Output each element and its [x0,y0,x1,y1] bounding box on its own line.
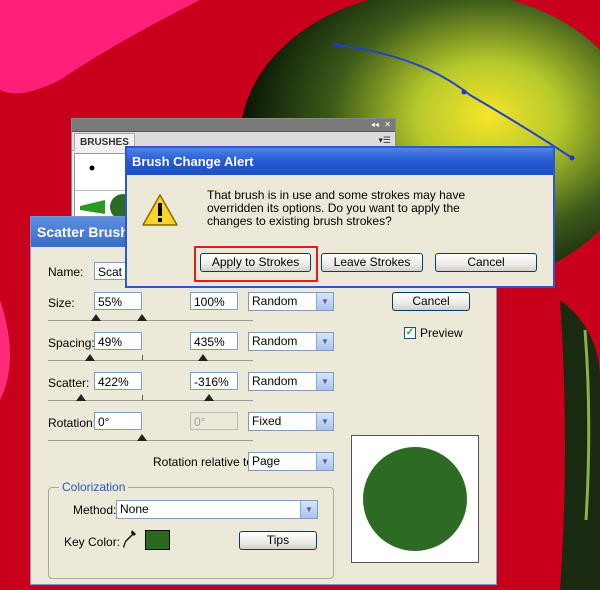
rotation-max-field: 0° [190,412,238,430]
rotation-slider-track[interactable] [48,440,253,441]
chevron-down-icon: ▼ [300,501,317,518]
brushes-panel-titlebar[interactable]: ◂◂ ✕ [72,119,395,132]
spacing-slider-max-thumb[interactable] [198,354,208,361]
scatter-slider-min-thumb[interactable] [76,394,86,401]
chevron-down-icon: ▼ [316,453,333,470]
rotation-variation-select[interactable]: Fixed ▼ [248,412,334,431]
alert-body: That brush is in use and some strokes ma… [127,175,553,286]
colorization-method-value: None [120,502,149,516]
scatter-min-field[interactable]: 422% [94,372,142,390]
rotation-slider-thumb[interactable] [137,434,147,441]
size-slider-track[interactable] [48,320,253,321]
tips-button[interactable]: Tips [239,531,317,550]
size-label: Size: [48,296,75,310]
rotation-relative-select[interactable]: Page ▼ [248,452,334,471]
scatter-variation-select[interactable]: Random ▼ [248,372,334,391]
spacing-min-field[interactable]: 49% [94,332,142,350]
scatter-variation-value: Random [252,374,298,388]
chevron-down-icon: ▼ [316,373,333,390]
spacing-slider-min-thumb[interactable] [85,354,95,361]
rotation-min-field[interactable]: 0° [94,412,142,430]
preview-label: Preview [420,326,463,340]
preview-checkbox[interactable]: ✓ [404,327,416,339]
double-chevron-icon[interactable]: ◂◂ [371,119,379,131]
apply-to-strokes-button[interactable]: Apply to Strokes [200,253,311,272]
scatter-max-field[interactable]: -316% [190,372,238,390]
leave-strokes-button[interactable]: Leave Strokes [321,253,423,272]
colorization-legend: Colorization [59,480,129,494]
colorization-method-select[interactable]: None ▼ [116,500,318,519]
size-max-field[interactable]: 100% [190,292,238,310]
size-min-field[interactable]: 55% [94,292,142,310]
chevron-down-icon: ▼ [316,333,333,350]
eyedropper-icon[interactable] [123,529,137,549]
size-slider-min-thumb[interactable] [91,314,101,321]
alert-cancel-button[interactable]: Cancel [435,253,537,272]
spacing-variation-value: Random [252,334,298,348]
size-slider-max-thumb[interactable] [137,314,147,321]
panel-menu-icon[interactable]: ▾☰ [378,135,391,146]
spacing-variation-select[interactable]: Random ▼ [248,332,334,351]
spacing-slider-track[interactable] [48,360,253,361]
method-label: Method: [73,503,117,517]
brush-change-alert-dialog: Brush Change Alert That brush is in use … [125,146,555,288]
scatter-slider-tick [142,395,143,400]
alert-titlebar[interactable]: Brush Change Alert [127,148,553,175]
spacing-label: Spacing: [48,336,95,350]
rotation-label: Rotation: [48,416,97,430]
warning-icon [142,194,178,226]
alert-message: That brush is in use and some strokes ma… [207,188,466,228]
rotation-relative-value: Page [252,454,281,468]
key-color-label: Key Color: [64,535,121,549]
preview-circle [363,447,467,551]
size-variation-value: Random [252,294,298,308]
size-variation-select[interactable]: Random ▼ [248,292,334,311]
scatter-dialog-body: Name: Scat Size: 55% 100% Random ▼ Spaci… [31,247,496,584]
name-label: Name: [48,265,84,279]
rotation-variation-value: Fixed [252,414,282,428]
key-color-swatch[interactable] [145,530,170,550]
spacing-slider-tick [142,355,143,360]
close-icon[interactable]: ✕ [384,119,391,131]
spacing-max-field[interactable]: 435% [190,332,238,350]
brush-preview-box [351,435,479,563]
scatter-cancel-button[interactable]: Cancel [392,292,470,311]
scatter-slider-max-thumb[interactable] [204,394,214,401]
scatter-label: Scatter: [48,376,90,390]
chevron-down-icon: ▼ [316,293,333,310]
rotation-relative-label: Rotation relative to: [153,455,257,469]
chevron-down-icon: ▼ [316,413,333,430]
